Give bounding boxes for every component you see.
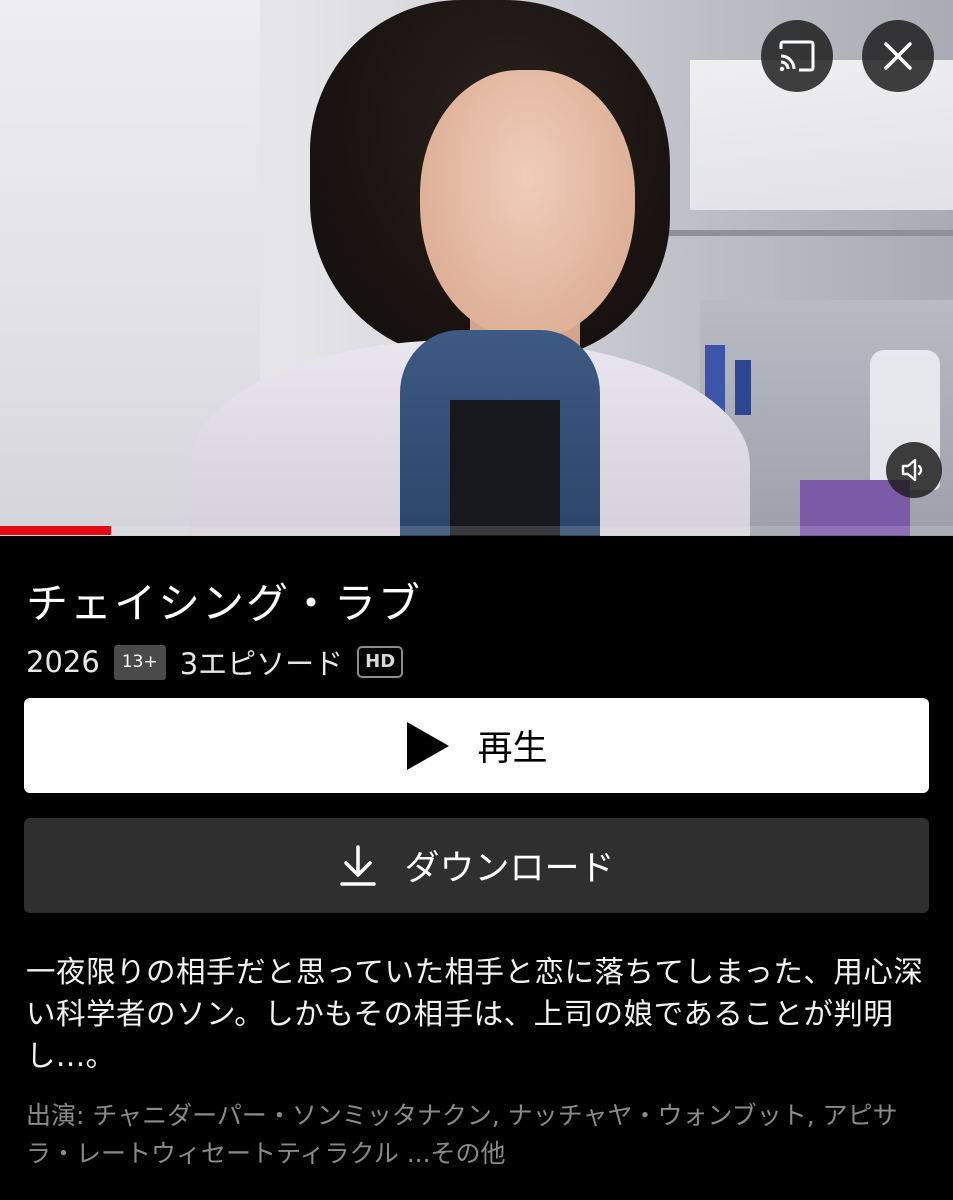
close-icon	[884, 42, 912, 70]
inner-shirt	[450, 400, 560, 536]
show-title: チェイシング・ラブ	[26, 579, 423, 628]
volume-icon	[901, 458, 923, 482]
release-year: 2026	[26, 645, 100, 679]
show-meta: 2026 13+ 3エピソード HD	[26, 640, 404, 684]
episode-count: 3エピソード	[179, 647, 344, 681]
lab-bottle-blue	[735, 360, 751, 415]
download-button-label: ダウンロード	[404, 849, 615, 889]
cast-label: 出演:	[26, 1101, 93, 1130]
close-button[interactable]	[862, 20, 934, 92]
playback-progress[interactable]	[0, 526, 953, 535]
play-icon	[407, 721, 450, 770]
maturity-rating-badge: 13+	[113, 644, 166, 680]
cast-button[interactable]	[761, 20, 833, 92]
download-icon	[340, 844, 377, 886]
playback-progress-fill	[0, 526, 111, 535]
video-preview[interactable]	[0, 0, 953, 536]
hd-badge: HD	[357, 646, 404, 678]
cast-list: 出演: チャニダーパー・ソンミッタナクン, ナッチャヤ・ウォンブット, アピサラ…	[26, 1097, 931, 1173]
synopsis: 一夜限りの相手だと思っていた相手と恋に落ちてしまった、用心深い科学者のソン。しか…	[26, 955, 924, 1073]
actress-face	[420, 70, 635, 340]
play-button-label: 再生	[477, 729, 548, 769]
download-button[interactable]: ダウンロード	[24, 818, 929, 913]
background-shelf	[640, 230, 953, 236]
cast-icon	[779, 40, 815, 72]
volume-button[interactable]	[886, 442, 942, 498]
cast-more-link[interactable]: ...その他	[399, 1139, 506, 1168]
play-button[interactable]: 再生	[24, 698, 929, 793]
